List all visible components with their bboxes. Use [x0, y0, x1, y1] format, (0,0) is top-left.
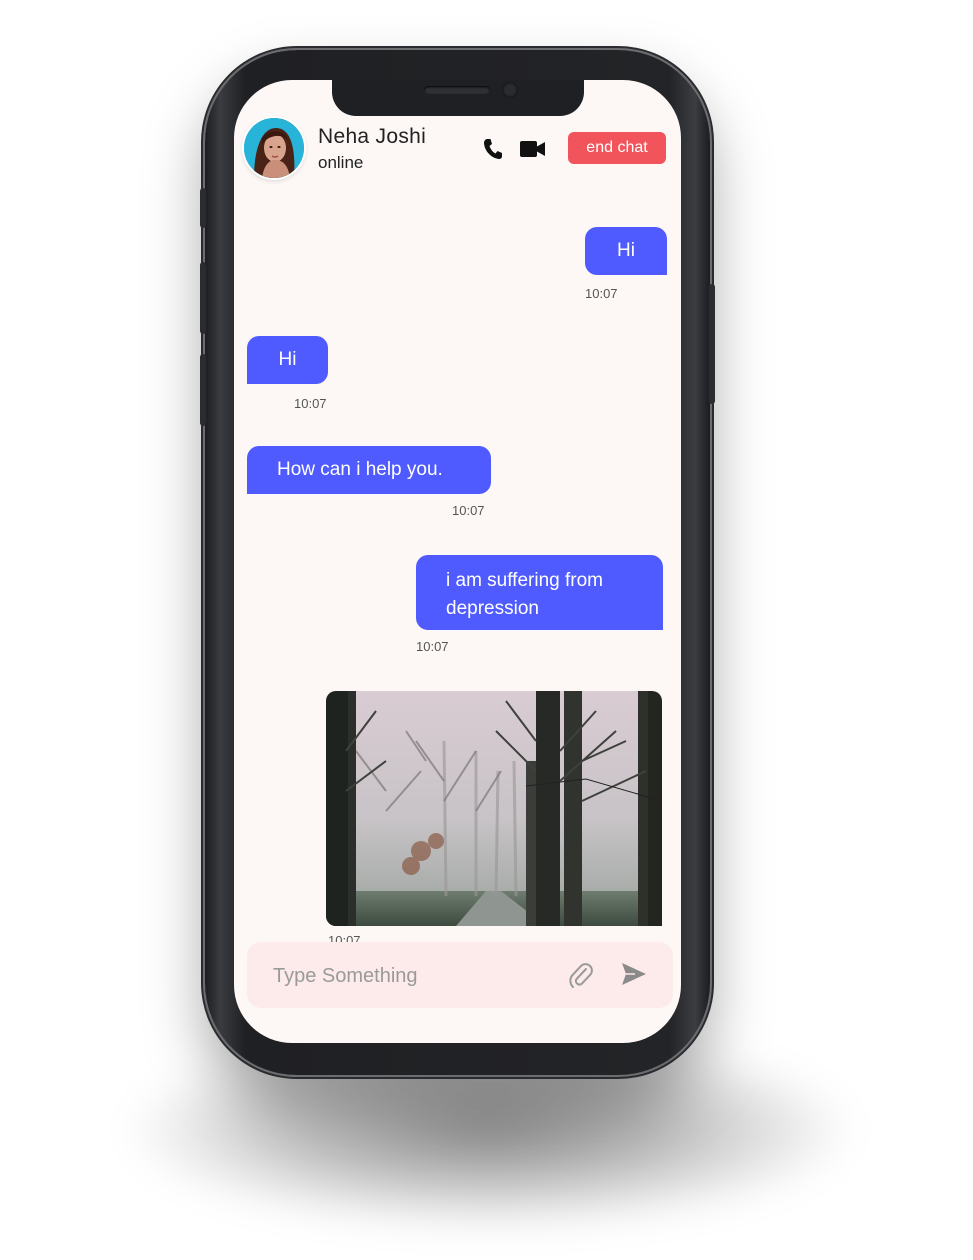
power-button [709, 284, 715, 404]
earpiece-speaker [424, 86, 490, 94]
contact-avatar[interactable] [244, 118, 304, 178]
notch [332, 80, 584, 116]
message-bubble-received[interactable]: Hi [247, 336, 328, 384]
phone-icon[interactable] [483, 138, 503, 165]
video-camera-icon[interactable] [520, 141, 546, 162]
foggy-forest-photo[interactable] [326, 691, 662, 926]
contact-name: Neha Joshi [318, 125, 427, 148]
message-input[interactable] [271, 958, 555, 994]
message-bubble-sent[interactable]: i am suffering from depression [416, 555, 663, 630]
message-bubble-sent[interactable]: Hi [585, 227, 667, 275]
contact-status: online [318, 153, 364, 172]
paperclip-icon[interactable] [569, 961, 593, 994]
end-chat-button[interactable]: end chat [568, 132, 666, 164]
message-bubble-received[interactable]: How can i help you. [247, 446, 491, 494]
message-time: 10:07 [294, 396, 327, 411]
message-time: 10:07 [416, 639, 449, 654]
volume-down-button [200, 354, 206, 426]
volume-up-button [200, 262, 206, 334]
forest-image [326, 691, 662, 926]
avatar-portrait [244, 118, 304, 178]
silent-switch [200, 188, 206, 228]
chat-screen: Neha Joshi online end chat Hi 10:07 Hi 1… [234, 80, 681, 1043]
message-time: 10:07 [452, 503, 485, 518]
front-camera [502, 82, 518, 98]
message-time: 10:07 [585, 286, 618, 301]
message-composer [247, 942, 673, 1008]
send-icon[interactable] [621, 962, 647, 991]
